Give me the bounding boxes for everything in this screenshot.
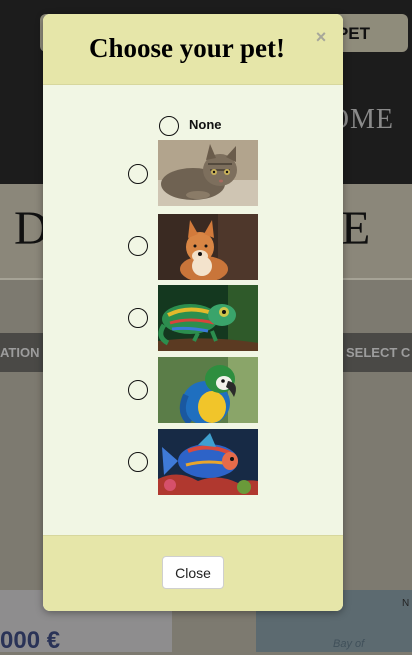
filter-select: SELECT C [346,345,411,360]
close-icon[interactable]: × [313,27,329,49]
modal-title: Choose your pet! [88,33,285,63]
map-letter: N [402,598,410,609]
radio-dog[interactable] [128,236,148,256]
option-none-label: None [189,117,222,132]
map-label: Bay of [333,638,365,650]
dog-image[interactable] [158,214,258,280]
radio-none[interactable] [159,116,179,136]
pet-modal: Choose your pet! × None Close [43,14,343,611]
radio-fish[interactable] [128,452,148,472]
chameleon-image[interactable] [158,285,258,351]
hero-text-right: E [341,202,371,255]
modal-footer: Close [43,535,343,611]
listing-price: 000 € [0,627,61,654]
filter-location: ATION [0,345,40,360]
radio-parrot[interactable] [128,380,148,400]
radio-cat[interactable] [128,164,148,184]
radio-chameleon[interactable] [128,308,148,328]
cat-image[interactable] [158,140,258,206]
close-button[interactable]: Close [162,556,224,589]
parrot-image[interactable] [158,357,258,423]
fish-image[interactable] [158,429,258,495]
modal-header: Choose your pet! × [43,14,343,85]
